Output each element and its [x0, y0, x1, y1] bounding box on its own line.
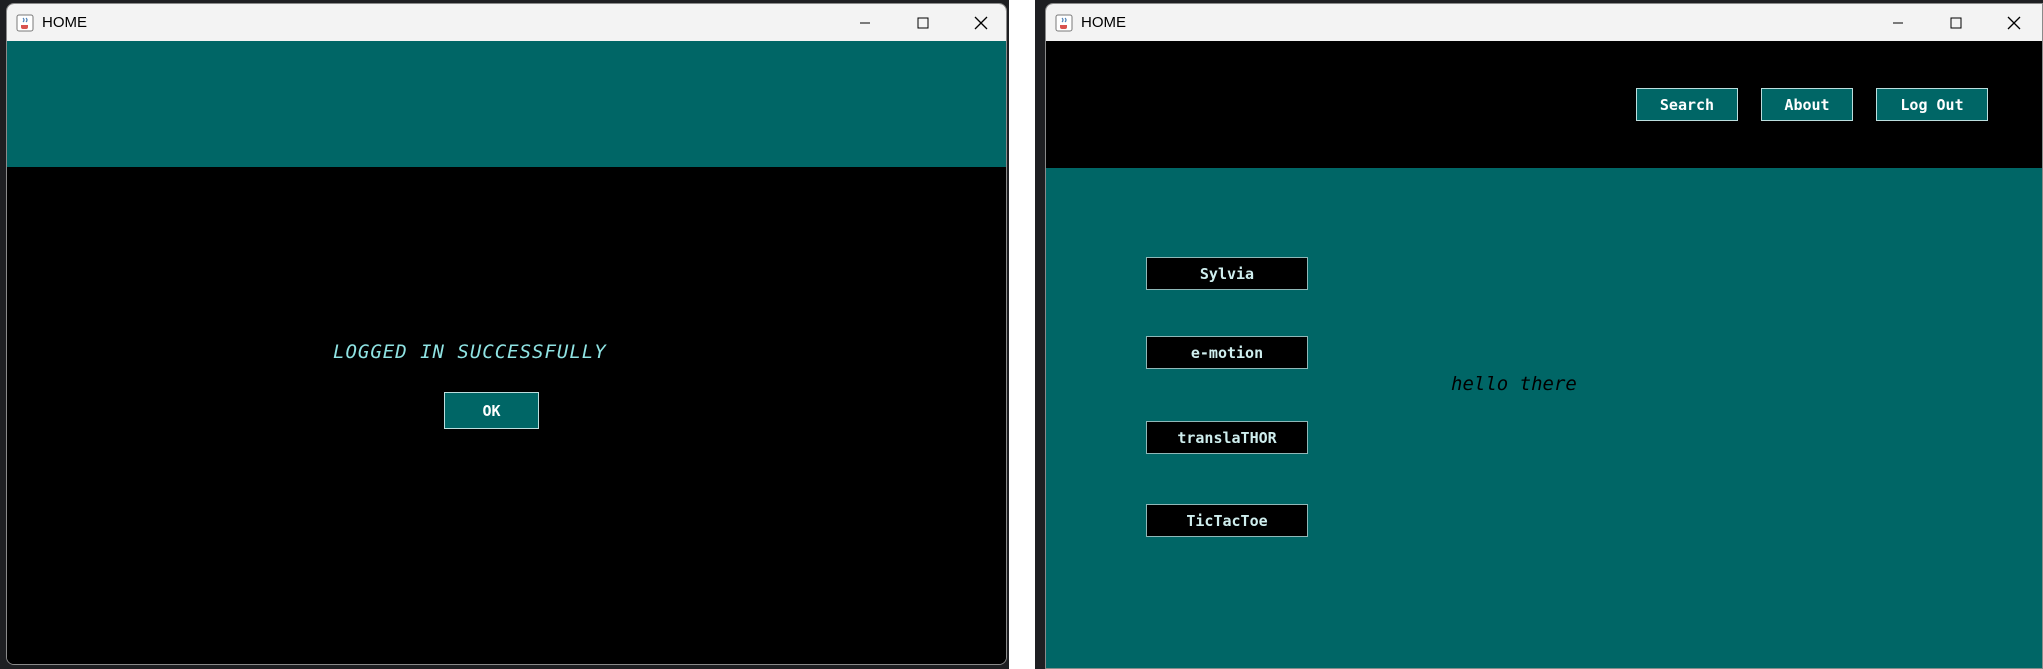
- app-button-e-motion[interactable]: e-motion: [1146, 336, 1308, 369]
- home-window-logged-in: HOME LOGGED IN SUCCESSFULLY OK: [6, 3, 1007, 665]
- app-button-sylvia[interactable]: Sylvia: [1146, 257, 1308, 290]
- ok-button[interactable]: OK: [444, 392, 539, 429]
- app-button-tictactoe[interactable]: TicTacToe: [1146, 504, 1308, 537]
- close-button[interactable]: [952, 4, 1006, 41]
- header-banner: [7, 41, 1006, 167]
- maximize-icon: [1950, 17, 1962, 28]
- search-button[interactable]: Search: [1636, 88, 1738, 121]
- titlebar: HOME: [7, 4, 1006, 42]
- success-message: LOGGED IN SUCCESSFULLY: [333, 341, 607, 363]
- about-button[interactable]: About: [1761, 88, 1853, 121]
- java-cup-icon: [1055, 14, 1073, 32]
- content-area: LOGGED IN SUCCESSFULLY OK: [7, 167, 1006, 664]
- window-title: HOME: [42, 14, 87, 31]
- minimize-icon: [1893, 22, 1903, 23]
- minimize-icon: [860, 22, 870, 23]
- home-window: HOME Search About Log Out Sylvia e-motio…: [1045, 3, 2043, 669]
- logout-button[interactable]: Log Out: [1876, 88, 1988, 121]
- maximize-button[interactable]: [1927, 4, 1985, 41]
- greeting-text: hello there: [1451, 373, 1577, 395]
- maximize-button[interactable]: [894, 4, 952, 41]
- titlebar: HOME: [1046, 4, 2042, 42]
- app-button-translathor[interactable]: translaTHOR: [1146, 421, 1308, 454]
- java-cup-icon: [16, 14, 34, 32]
- window-title: HOME: [1081, 14, 1126, 31]
- content-area: Sylvia e-motion translaTHOR TicTacToe he…: [1046, 168, 2042, 668]
- minimize-button[interactable]: [836, 4, 894, 41]
- close-button[interactable]: [1985, 4, 2042, 41]
- maximize-icon: [917, 17, 929, 28]
- close-icon: [974, 16, 988, 29]
- close-icon: [2007, 16, 2021, 29]
- nav-bar: Search About Log Out: [1046, 41, 2042, 168]
- minimize-button[interactable]: [1869, 4, 1927, 41]
